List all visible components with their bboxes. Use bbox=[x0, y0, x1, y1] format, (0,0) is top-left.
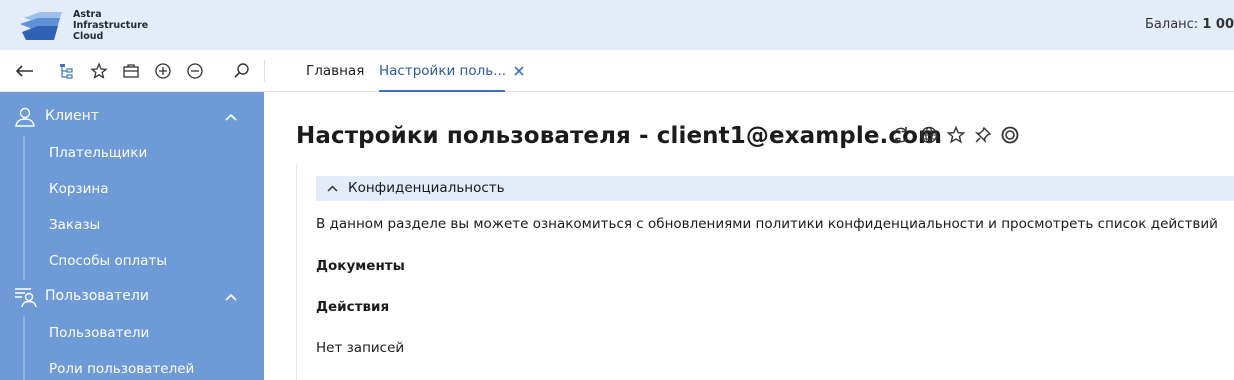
sidebar-item-cart[interactable]: Корзина bbox=[49, 171, 249, 207]
sidebar: Клиент Плательщики Корзина Заказы Способ… bbox=[0, 92, 264, 380]
sidebar-tree-line bbox=[23, 136, 25, 280]
sidebar-item-users[interactable]: Пользователи bbox=[49, 315, 249, 351]
users-list-icon bbox=[15, 288, 37, 308]
empty-state-text: Нет записей bbox=[316, 340, 405, 356]
plus-circle-icon[interactable] bbox=[152, 60, 174, 82]
logo-text: Astra Infrastructure Cloud bbox=[73, 9, 148, 42]
chevron-up-icon bbox=[327, 185, 338, 192]
sidebar-item-user-roles[interactable]: Роли пользователей bbox=[49, 351, 249, 380]
globe-icon[interactable] bbox=[919, 125, 939, 145]
sidebar-section-client[interactable]: Клиент bbox=[0, 99, 264, 135]
sidebar-item-payment-methods[interactable]: Способы оплаты bbox=[49, 243, 249, 279]
sidebar-section-label: Клиент bbox=[45, 108, 99, 124]
logo-icon[interactable] bbox=[18, 10, 66, 42]
documents-heading: Документы bbox=[316, 258, 405, 274]
toolbar: Главная Настройки поль... bbox=[0, 50, 1234, 92]
logo-line-2: Infrastructure bbox=[73, 20, 149, 31]
content-divider bbox=[296, 164, 297, 380]
chevron-up-icon[interactable] bbox=[224, 290, 238, 304]
user-icon bbox=[15, 107, 35, 127]
star-icon[interactable] bbox=[946, 125, 966, 145]
help-ring-icon[interactable] bbox=[1000, 125, 1020, 145]
app-header: Astra Infrastructure Cloud Баланс: 1 00 bbox=[0, 0, 1234, 50]
section-title: Конфиденциальность bbox=[348, 180, 505, 196]
pin-icon[interactable] bbox=[973, 125, 993, 145]
section-description: В данном разделе вы можете ознакомиться … bbox=[316, 216, 1218, 232]
close-icon[interactable] bbox=[512, 64, 526, 78]
star-icon[interactable] bbox=[88, 60, 110, 82]
main-content: Настройки пользователя - client1@example… bbox=[264, 92, 1234, 380]
back-arrow-icon[interactable] bbox=[14, 60, 36, 82]
logo-line-3: Cloud bbox=[73, 31, 104, 42]
refresh-icon[interactable] bbox=[891, 125, 911, 145]
search-icon[interactable] bbox=[231, 60, 253, 82]
tree-structure-icon[interactable] bbox=[56, 60, 78, 82]
page-title: Настройки пользователя - client1@example… bbox=[296, 123, 943, 149]
sidebar-item-payers[interactable]: Плательщики bbox=[49, 135, 249, 171]
minus-circle-icon[interactable] bbox=[184, 60, 206, 82]
logo-line-1: Astra bbox=[73, 9, 102, 20]
actions-heading: Действия bbox=[316, 299, 390, 315]
tab-home[interactable]: Главная bbox=[306, 50, 364, 92]
sidebar-tree-line bbox=[23, 316, 25, 380]
sidebar-item-orders[interactable]: Заказы bbox=[49, 207, 249, 243]
balance-label: Баланс: bbox=[1145, 17, 1199, 32]
chevron-up-icon[interactable] bbox=[224, 110, 238, 124]
balance: Баланс: 1 00 bbox=[1145, 17, 1234, 32]
toolbar-divider bbox=[264, 60, 265, 82]
briefcase-icon[interactable] bbox=[120, 60, 142, 82]
sidebar-section-label: Пользователи bbox=[45, 288, 149, 304]
section-privacy-header[interactable]: Конфиденциальность bbox=[316, 176, 1234, 201]
balance-value: 1 00 bbox=[1202, 17, 1234, 32]
tab-user-settings[interactable]: Настройки поль... bbox=[379, 50, 506, 92]
sidebar-section-users[interactable]: Пользователи bbox=[0, 279, 264, 315]
